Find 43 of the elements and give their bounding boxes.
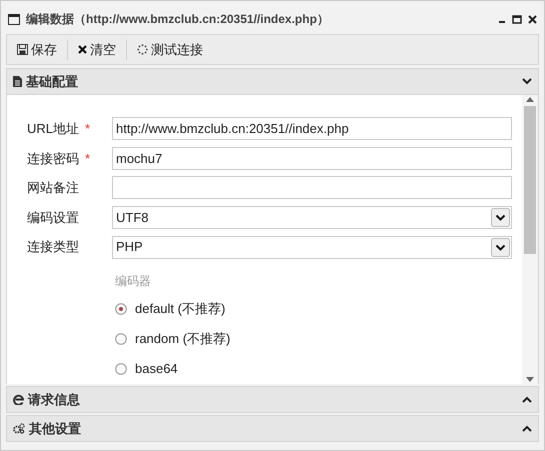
section-header[interactable]: 其他设置 [6, 415, 539, 442]
group-label: 编码器 [115, 272, 152, 290]
close-icon[interactable] [528, 14, 537, 24]
close-icon [78, 45, 87, 54]
required-asterisk: * [85, 150, 90, 168]
radio-option[interactable]: default (不推荐) [115, 294, 512, 324]
gears-icon [13, 423, 25, 434]
radio-button[interactable] [115, 302, 127, 315]
document-icon [13, 76, 22, 87]
radio-button[interactable] [115, 332, 127, 345]
spinner-icon [137, 44, 148, 55]
field-label: 网站备注 [27, 179, 79, 198]
scrollbar[interactable] [522, 95, 538, 384]
chevron-up-icon[interactable] [522, 396, 532, 403]
toolbar-button[interactable]: 测试连接 [133, 36, 207, 62]
scroll-up-icon[interactable] [526, 97, 534, 102]
field-label: URL地址 [27, 120, 80, 138]
field-label: 连接类型 [27, 238, 79, 256]
field-label: 连接密码 [27, 150, 79, 168]
chevron-down-icon[interactable] [522, 78, 532, 85]
section-header[interactable]: 基础配置 [6, 68, 539, 95]
toolbar-button[interactable]: 清空 [74, 36, 120, 62]
maximize-icon[interactable] [512, 14, 522, 24]
radio-button[interactable] [115, 362, 127, 375]
field-label: 编码设置 [27, 208, 79, 227]
required-asterisk: * [85, 120, 90, 138]
text-field[interactable]: mochu7 [112, 146, 512, 170]
chevron-up-icon[interactable] [522, 425, 532, 432]
select-field[interactable]: UTF8 [112, 206, 512, 230]
letter-e-icon [13, 394, 24, 405]
section-header[interactable]: 请求信息 [6, 386, 539, 413]
section-title: 请求信息 [28, 390, 80, 409]
select-field[interactable]: PHP [112, 236, 512, 259]
radio-option[interactable]: random (不推荐) [115, 324, 512, 354]
window-title: 编辑数据（http://www.bmzclub.cn:20351//index.php） [26, 11, 329, 28]
radio-option[interactable]: base64 [115, 354, 512, 384]
scroll-down-icon[interactable] [526, 377, 534, 382]
toolbar-button[interactable]: 保存 [13, 36, 61, 62]
text-field[interactable]: http://www.bmzclub.cn:20351//index.php [112, 117, 512, 140]
section-title: 其他设置 [29, 420, 81, 438]
text-field[interactable] [112, 176, 512, 200]
window-icon [8, 14, 20, 24]
section-title: 基础配置 [26, 72, 78, 91]
